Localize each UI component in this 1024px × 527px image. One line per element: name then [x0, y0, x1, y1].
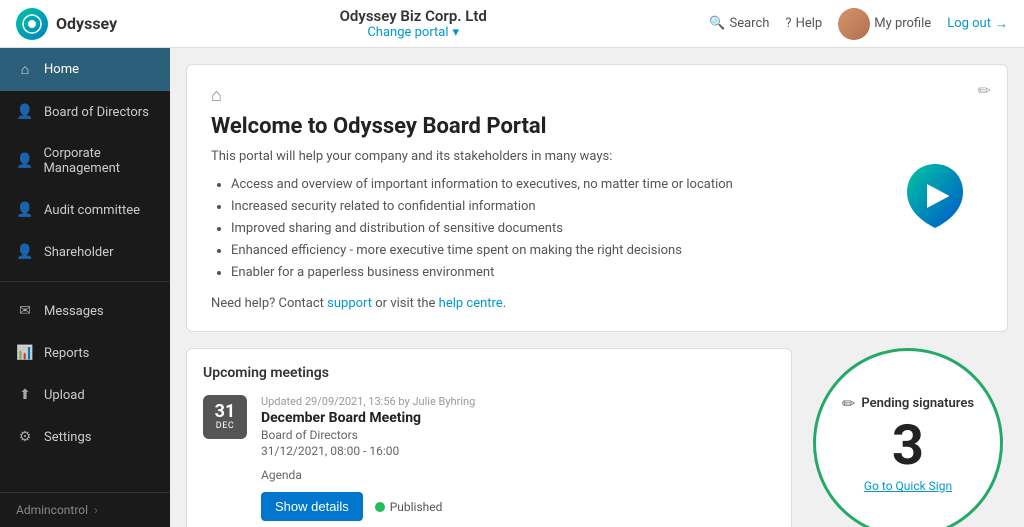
welcome-title: Welcome to Odyssey Board Portal [211, 114, 983, 139]
show-details-button[interactable]: Show details [261, 492, 363, 521]
list-item: Improved sharing and distribution of sen… [231, 218, 983, 240]
board-icon: 👤 [16, 104, 34, 120]
footer-arrow-icon: › [94, 503, 98, 517]
bottom-row: Upcoming meetings 31 DEC Updated 29/09/2… [186, 348, 1008, 527]
edit-icon[interactable]: ✏ [978, 81, 991, 100]
sidebar-item-home[interactable]: ⌂ Home [0, 48, 170, 91]
home-breadcrumb-icon: ⌂ [211, 85, 222, 106]
sidebar-item-home-label: Home [44, 62, 79, 77]
search-button[interactable]: 🔍 Search [709, 16, 769, 31]
meeting-date-badge: 31 DEC [203, 395, 247, 439]
upload-icon: ⬆ [16, 387, 34, 403]
sidebar-item-messages[interactable]: ✉ Messages [0, 290, 170, 332]
list-item: Enhanced efficiency - more executive tim… [231, 240, 983, 262]
settings-icon: ⚙ [16, 429, 34, 445]
signatures-count: 3 [892, 417, 924, 473]
sidebar-item-shareholder[interactable]: 👤 Shareholder [0, 231, 170, 273]
sidebar-item-upload-label: Upload [44, 388, 85, 403]
sidebar-item-corporate[interactable]: 👤 Corporate Management [0, 133, 170, 189]
list-item: Access and overview of important informa… [231, 174, 983, 196]
audit-icon: 👤 [16, 202, 34, 218]
welcome-help: Need help? Contact support or visit the … [211, 296, 983, 311]
sidebar-item-settings-label: Settings [44, 430, 91, 445]
topbar-center: Odyssey Biz Corp. Ltd Change portal ▾ [340, 7, 487, 40]
main-layout: ⌂ Home 👤 Board of Directors 👤 Corporate … [0, 48, 1024, 527]
sidebar-item-board-label: Board of Directors [44, 105, 149, 120]
published-badge: Published [375, 500, 443, 514]
profile-button[interactable]: My profile [838, 8, 931, 40]
help-centre-link[interactable]: help centre [439, 296, 503, 311]
welcome-card: ⌂ ✏ Welcome to Odyssey Board Portal This… [186, 64, 1008, 332]
main-content: ⌂ ✏ Welcome to Odyssey Board Portal This… [170, 48, 1024, 527]
app-logo: Odyssey [16, 8, 117, 40]
welcome-subtitle: This portal will help your company and i… [211, 149, 983, 164]
help-icon: ? [785, 16, 791, 31]
sidebar-item-corporate-label: Corporate Management [43, 146, 154, 176]
sidebar-item-audit[interactable]: 👤 Audit committee [0, 189, 170, 231]
logout-button[interactable]: Log out → [947, 16, 1008, 32]
meetings-card: Upcoming meetings 31 DEC Updated 29/09/2… [186, 348, 792, 527]
quick-sign-link[interactable]: Go to Quick Sign [864, 479, 952, 493]
sidebar-item-audit-label: Audit committee [44, 203, 140, 218]
logout-arrow-icon: → [995, 16, 1008, 32]
agenda-label: Agenda [261, 468, 775, 482]
sidebar-item-shareholder-label: Shareholder [44, 245, 114, 260]
welcome-list: Access and overview of important informa… [211, 174, 983, 284]
meeting-name: December Board Meeting [261, 410, 775, 426]
meeting-updated: Updated 29/09/2021, 13:56 by Julie Byhri… [261, 395, 775, 408]
meetings-card-title: Upcoming meetings [203, 365, 775, 381]
messages-icon: ✉ [16, 303, 34, 319]
sidebar-item-messages-label: Messages [44, 304, 104, 319]
meeting-info: Updated 29/09/2021, 13:56 by Julie Byhri… [261, 395, 775, 521]
topbar: Odyssey Odyssey Biz Corp. Ltd Change por… [0, 0, 1024, 48]
avatar [838, 8, 870, 40]
signatures-card-wrap: ✏ Pending signatures 3 Go to Quick Sign [808, 348, 1008, 527]
company-name: Odyssey Biz Corp. Ltd [340, 7, 487, 25]
sidebar: ⌂ Home 👤 Board of Directors 👤 Corporate … [0, 48, 170, 527]
sig-header: ✏ Pending signatures [842, 394, 974, 413]
sidebar-footer[interactable]: Admincontrol › [0, 493, 170, 527]
reports-icon: 📊 [16, 345, 34, 361]
odyssey-logo [895, 156, 975, 240]
sidebar-item-reports-label: Reports [44, 346, 89, 361]
sidebar-divider-1 [0, 281, 170, 282]
meeting-date-num: 31 [215, 403, 236, 421]
signature-icon: ✏ [842, 394, 855, 413]
sidebar-nav: ⌂ Home 👤 Board of Directors 👤 Corporate … [0, 48, 170, 492]
list-item: Enabler for a paperless business environ… [231, 262, 983, 284]
logo-icon [16, 8, 48, 40]
app-name: Odyssey [56, 14, 117, 33]
shareholder-icon: 👤 [16, 244, 34, 260]
meeting-actions: Show details Published [261, 492, 775, 521]
meeting-item: 31 DEC Updated 29/09/2021, 13:56 by Juli… [203, 395, 775, 521]
avatar-image [838, 8, 870, 40]
signatures-title: Pending signatures [861, 396, 974, 411]
footer-label: Admincontrol [16, 503, 88, 517]
sidebar-item-upload[interactable]: ⬆ Upload [0, 374, 170, 416]
published-label: Published [390, 500, 443, 514]
sidebar-bottom: Admincontrol › [0, 492, 170, 527]
signatures-card: ✏ Pending signatures 3 Go to Quick Sign [813, 348, 1003, 527]
corporate-icon: 👤 [16, 153, 33, 169]
meeting-time: 31/12/2021, 08:00 - 16:00 [261, 444, 775, 458]
list-item: Increased security related to confidenti… [231, 196, 983, 218]
meeting-date-month: DEC [216, 421, 234, 431]
sidebar-item-settings[interactable]: ⚙ Settings [0, 416, 170, 458]
change-portal-button[interactable]: Change portal ▾ [340, 25, 487, 40]
sidebar-item-board[interactable]: 👤 Board of Directors [0, 91, 170, 133]
meeting-org: Board of Directors [261, 428, 775, 442]
sidebar-item-reports[interactable]: 📊 Reports [0, 332, 170, 374]
search-icon: 🔍 [709, 16, 725, 31]
topbar-actions: 🔍 Search ? Help My profile Log out → [709, 8, 1008, 40]
support-link[interactable]: support [327, 296, 372, 311]
help-button[interactable]: ? Help [785, 16, 822, 31]
home-icon: ⌂ [16, 61, 34, 78]
published-dot-icon [375, 502, 385, 512]
